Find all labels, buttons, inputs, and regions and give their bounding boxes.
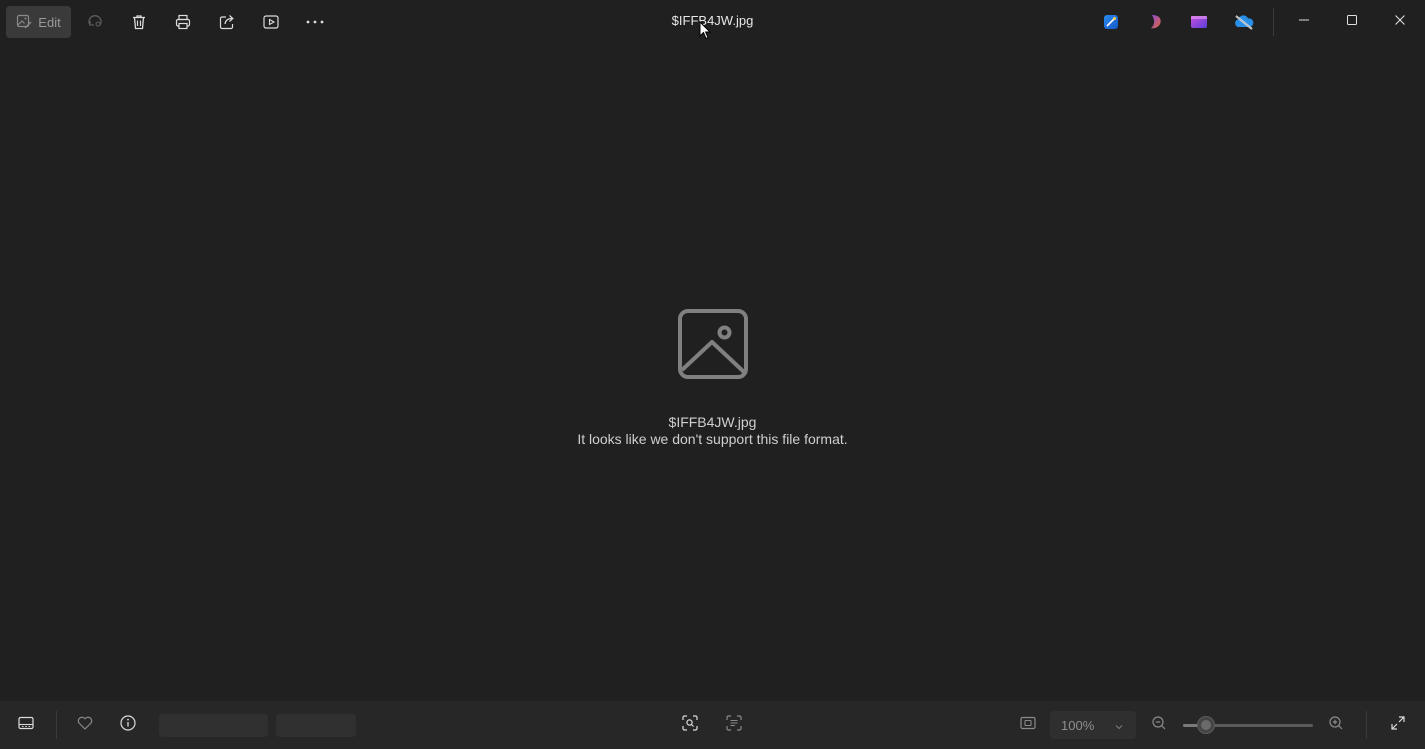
zoom-out-button[interactable] — [1143, 709, 1175, 741]
loading-placeholder — [159, 714, 268, 737]
zoom-slider-thumb[interactable] — [1197, 716, 1216, 734]
chevron-down-icon — [1114, 720, 1124, 735]
unsupported-file-panel: $IFFB4JW.jpg It looks like we don't supp… — [0, 308, 1425, 448]
bottom-toolbar: 100% — [0, 701, 1425, 749]
top-toolbar: Edit $IFFB4JW.jpg — [0, 0, 1425, 44]
mouse-cursor-icon — [699, 20, 712, 45]
visual-search-icon — [681, 714, 699, 737]
image-placeholder-icon — [0, 308, 1425, 380]
minimize-button[interactable] — [1281, 0, 1327, 44]
toolbar-divider — [1273, 8, 1274, 36]
favorite-button[interactable] — [69, 709, 101, 741]
close-icon — [1394, 13, 1406, 31]
close-button[interactable] — [1377, 0, 1423, 44]
unsupported-format-message: It looks like we don't support this file… — [577, 431, 848, 447]
zoom-value: 100% — [1061, 717, 1095, 733]
scan-text-icon — [725, 714, 743, 737]
actual-size-button[interactable] — [1012, 709, 1044, 741]
zoom-in-icon — [1328, 715, 1344, 736]
expand-icon — [1390, 715, 1406, 736]
minimize-icon — [1298, 13, 1310, 31]
designer-icon[interactable] — [1101, 12, 1121, 32]
window-title: $IFFB4JW.jpg — [671, 13, 754, 28]
bottom-divider — [1366, 711, 1367, 739]
filmstrip-button[interactable] — [10, 709, 42, 741]
video-editor-icon[interactable] — [1189, 12, 1209, 32]
actual-size-icon — [1019, 714, 1037, 737]
filmstrip-icon — [17, 714, 35, 737]
zoom-slider[interactable] — [1183, 716, 1313, 734]
info-icon — [119, 714, 137, 737]
zoom-level-dropdown[interactable]: 100% — [1050, 711, 1136, 739]
bottom-divider — [56, 711, 57, 739]
file-name-label: $IFFB4JW.jpg — [668, 414, 757, 430]
clipchamp-icon[interactable] — [1146, 12, 1166, 32]
loading-placeholder — [276, 714, 356, 737]
photos-app-window: Edit $IFFB4JW.jpg $IFFB4JW.jpg It looks … — [0, 0, 1425, 749]
zoom-out-icon — [1151, 715, 1167, 736]
maximize-button[interactable] — [1329, 0, 1375, 44]
onedrive-offline-icon[interactable] — [1233, 12, 1255, 32]
heart-icon — [76, 714, 94, 737]
visual-search-button[interactable] — [674, 709, 706, 741]
maximize-icon — [1346, 13, 1358, 31]
full-screen-button[interactable] — [1382, 709, 1414, 741]
scan-text-button[interactable] — [718, 709, 750, 741]
file-info-button[interactable] — [112, 709, 144, 741]
zoom-in-button[interactable] — [1320, 709, 1352, 741]
